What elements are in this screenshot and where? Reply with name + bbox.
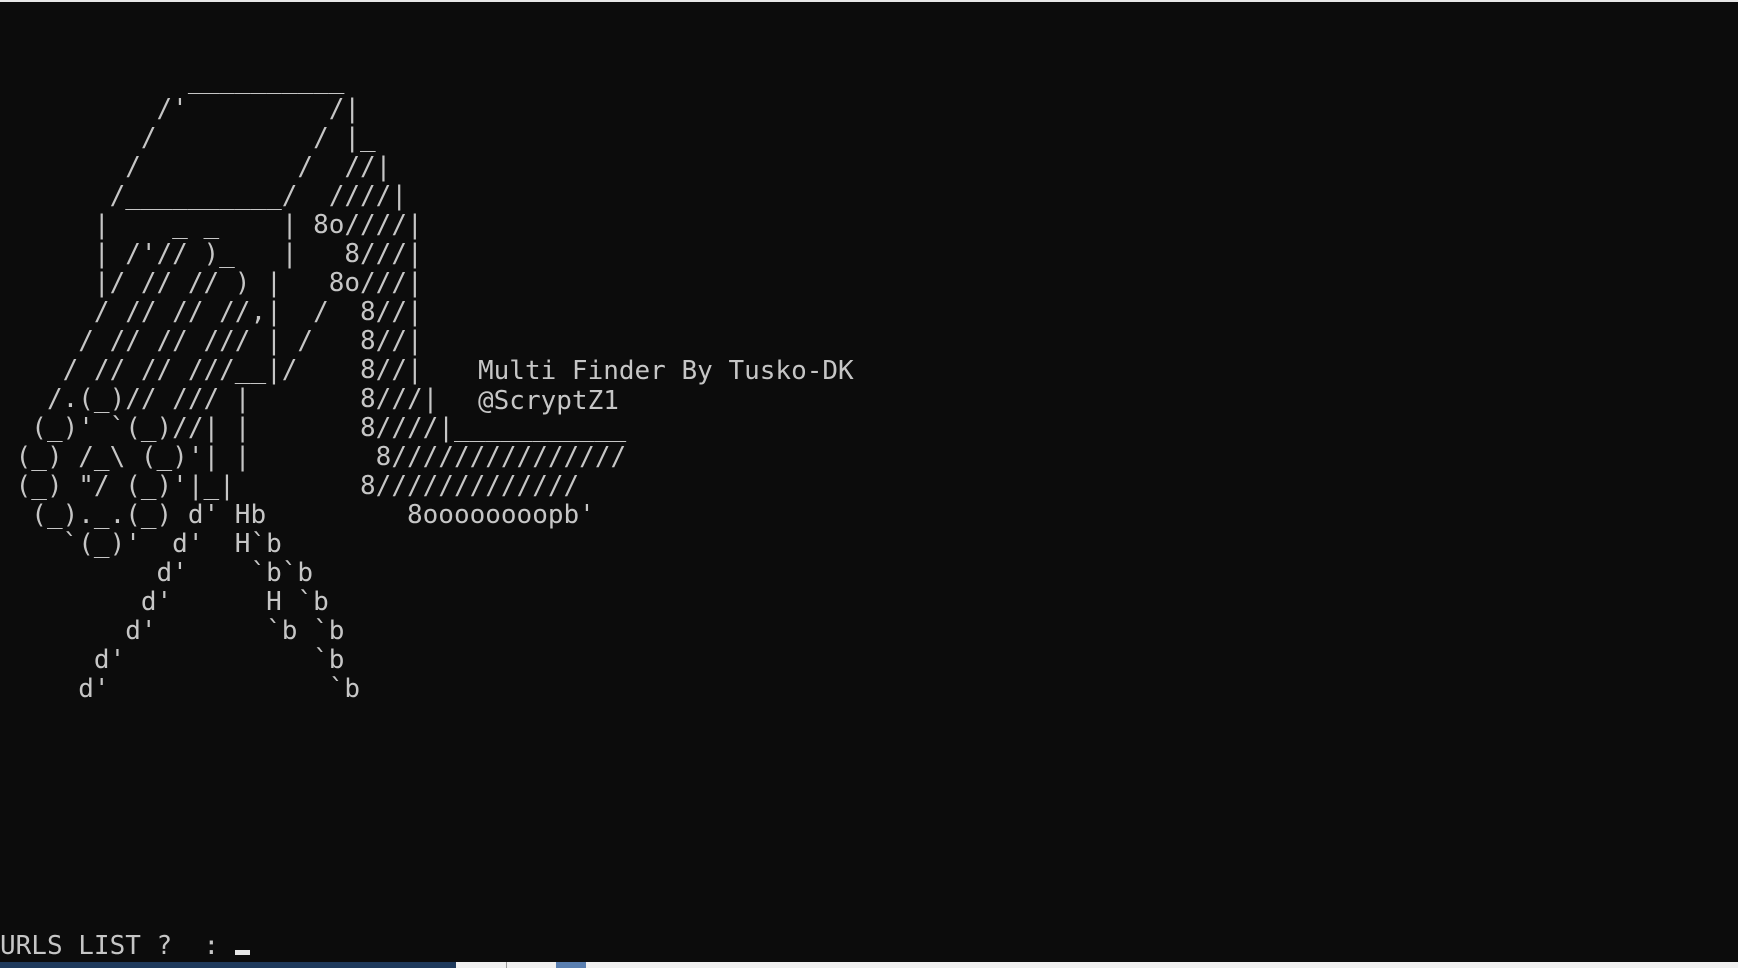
ascii-art-line: __________ bbox=[0, 65, 345, 95]
app-title-text: Multi Finder By Tusko-DK bbox=[478, 356, 854, 386]
ascii-art-line: / / //| bbox=[0, 152, 392, 182]
ascii-art-line: d' `b `b bbox=[0, 616, 345, 646]
ascii-art-line: / // // /// | / 8//| bbox=[0, 326, 423, 356]
ascii-art-line: d' H `b bbox=[0, 587, 329, 617]
ascii-art-line: d' `b`b bbox=[0, 558, 314, 588]
taskbar bbox=[0, 962, 1738, 968]
ascii-art-line: / / |_ bbox=[0, 123, 376, 153]
input-prompt-line[interactable]: URLS LIST ? : bbox=[0, 930, 250, 962]
ascii-art-line: |/ // // ) | 8o///| bbox=[0, 268, 423, 298]
ascii-art-line: | _ _ | 8o////| bbox=[0, 210, 423, 240]
ascii-art-line: /' /| bbox=[0, 94, 361, 124]
ascii-art-line: /.(_)// /// | 8///| bbox=[0, 384, 439, 414]
ascii-art-line: | /'// )_ | 8///| bbox=[0, 239, 423, 269]
author-handle-text: @ScryptZ1 bbox=[478, 386, 619, 416]
ascii-art-line: / // // ///__|/ 8//| bbox=[0, 355, 423, 385]
ascii-art-line: / // // //,| / 8//| bbox=[0, 297, 423, 327]
ascii-art-line: (_) "/ (_)'|_| 8///////////// bbox=[0, 471, 580, 501]
text-cursor bbox=[234, 950, 250, 955]
prompt-label: URLS LIST ? : bbox=[0, 931, 235, 961]
ascii-art-line: d' `b bbox=[0, 674, 361, 704]
ascii-art-line: d' `b bbox=[0, 645, 345, 675]
ascii-art-line: (_) /_\ (_)'| | 8/////////////// bbox=[0, 442, 627, 472]
app-icon[interactable] bbox=[556, 962, 586, 968]
taskbar-divider bbox=[506, 962, 507, 968]
window-top-border bbox=[0, 0, 1738, 2]
ascii-art-line: `(_)' d' H`b bbox=[0, 529, 282, 559]
console-window[interactable]: __________ /' /| / / |_ / / //| /_______… bbox=[0, 0, 1738, 962]
ascii-art-line: /__________/ ////| bbox=[0, 181, 407, 211]
taskbar-segment bbox=[0, 962, 456, 968]
ascii-art-line: (_)._.(_) d' Hb 8oooooooopb' bbox=[0, 500, 595, 530]
